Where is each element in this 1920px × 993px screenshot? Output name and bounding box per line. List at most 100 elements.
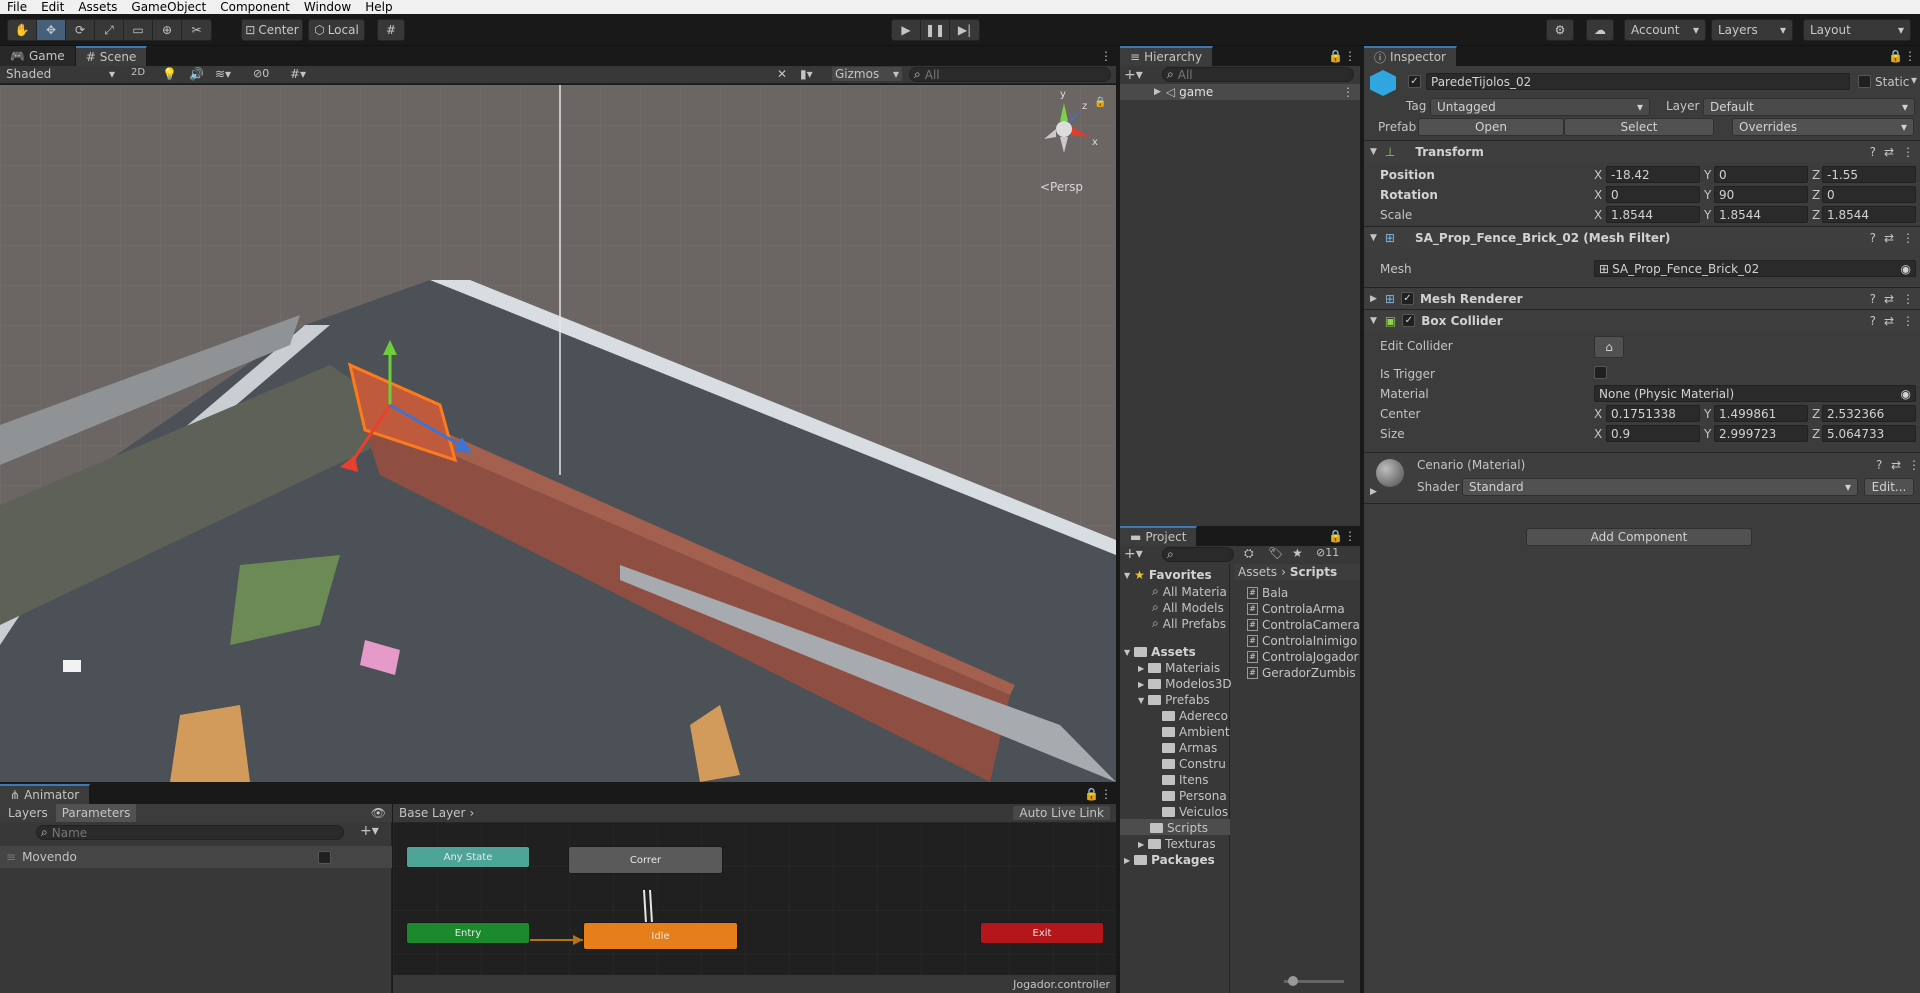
state-any-state[interactable]: Any State bbox=[406, 846, 530, 868]
gameobject-cube-icon[interactable] bbox=[1370, 70, 1396, 96]
tree-prefab-folder[interactable]: Armas bbox=[1162, 741, 1217, 755]
script-item[interactable]: # ControlaInimigo bbox=[1247, 634, 1357, 648]
tree-fav-materials[interactable]: ⌕ All Materia bbox=[1152, 584, 1227, 599]
filter-type-icon[interactable]: ⛭ bbox=[1244, 546, 1254, 561]
lock-icon[interactable]: 🔒 bbox=[1084, 784, 1100, 804]
step-icon[interactable]: ▶| bbox=[950, 20, 979, 40]
tab-game[interactable]: 🎮 Game bbox=[0, 46, 76, 66]
mesh-renderer-enabled-checkbox[interactable]: ✓ bbox=[1400, 292, 1414, 305]
lock-icon[interactable]: 🔒 bbox=[1328, 46, 1344, 66]
component-menu-icon[interactable]: ⋮ bbox=[1902, 314, 1914, 328]
rect-tool-icon[interactable]: ▭ bbox=[124, 20, 153, 40]
presets-icon[interactable]: ⇄ bbox=[1884, 145, 1894, 159]
tree-prefabs[interactable]: ▼ Prefabs bbox=[1138, 693, 1210, 707]
object-picker-icon[interactable]: ◉ bbox=[1901, 387, 1911, 401]
tab-scene[interactable]: # Scene bbox=[75, 46, 148, 66]
component-menu-icon[interactable]: ⋮ bbox=[1902, 231, 1914, 245]
tag-dropdown[interactable]: Untagged ▾ bbox=[1430, 98, 1650, 116]
box-collider-enabled-checkbox[interactable]: ✓ bbox=[1402, 314, 1416, 327]
shader-dropdown[interactable]: Standard ▾ bbox=[1462, 478, 1858, 496]
orientation-gizmo[interactable]: y z x bbox=[1030, 89, 1100, 163]
presets-icon[interactable]: ⇄ bbox=[1884, 231, 1894, 245]
transform-tool-icon[interactable]: ⊕ bbox=[153, 20, 182, 40]
help-icon[interactable]: ? bbox=[1870, 145, 1876, 159]
scale-z-field[interactable]: 1.8544 bbox=[1822, 206, 1916, 223]
edit-collider-button[interactable]: ⌂ bbox=[1594, 336, 1624, 358]
is-trigger-checkbox[interactable] bbox=[1594, 366, 1607, 379]
tree-prefab-folder[interactable]: Persona bbox=[1162, 789, 1227, 803]
lock-icon[interactable]: 🔒 bbox=[1888, 46, 1904, 66]
eye-icon[interactable]: 👁 bbox=[371, 806, 386, 820]
scale-x-field[interactable]: 1.8544 bbox=[1606, 206, 1700, 223]
script-item[interactable]: # GeradorZumbis bbox=[1247, 666, 1356, 680]
rotate-tool-icon[interactable]: ⟳ bbox=[66, 20, 95, 40]
prefab-select-button[interactable]: Select bbox=[1564, 118, 1714, 136]
drag-handle-icon[interactable]: ≡ bbox=[6, 850, 16, 864]
panel-menu-icon[interactable]: ⋮ bbox=[1100, 784, 1116, 804]
tab-inspector[interactable]: ⓘ Inspector bbox=[1364, 46, 1457, 66]
script-item[interactable]: # ControlaArma bbox=[1247, 602, 1345, 616]
filter-label-icon[interactable]: 🏷 bbox=[1268, 546, 1283, 560]
menu-assets[interactable]: Assets bbox=[71, 0, 124, 14]
slider-thumb[interactable] bbox=[1288, 976, 1298, 986]
add-component-button[interactable]: Add Component bbox=[1526, 528, 1752, 546]
audio-icon[interactable]: 🔊 bbox=[189, 67, 204, 81]
perspective-label[interactable]: <Persp bbox=[1040, 180, 1083, 194]
breadcrumb-scripts[interactable]: Scripts bbox=[1290, 565, 1337, 579]
tools-icon[interactable]: ✕ bbox=[777, 67, 787, 81]
transform-header[interactable]: ▼ ⊥ Transform ? ⇄ ⋮ bbox=[1364, 140, 1920, 162]
component-menu-icon[interactable]: ⋮ bbox=[1902, 145, 1914, 159]
hierarchy-search-input[interactable]: ⌕ All bbox=[1162, 67, 1354, 82]
2d-toggle[interactable]: 2D bbox=[126, 67, 150, 83]
hidden-packages-toggle[interactable]: ⊘11 bbox=[1316, 546, 1339, 559]
size-y-field[interactable]: 2.999723 bbox=[1714, 425, 1808, 442]
prefab-open-button[interactable]: Open bbox=[1418, 118, 1564, 136]
state-correr[interactable]: Correr bbox=[568, 846, 723, 874]
layout-dropdown[interactable]: Layout ▾ bbox=[1803, 19, 1911, 41]
position-y-field[interactable]: 0 bbox=[1714, 166, 1808, 183]
state-entry[interactable]: Entry bbox=[406, 922, 530, 944]
rotation-z-field[interactable]: 0 bbox=[1822, 186, 1916, 203]
presets-icon[interactable]: ⇄ bbox=[1884, 292, 1894, 306]
tree-packages[interactable]: ▶ Packages bbox=[1124, 853, 1215, 867]
center-y-field[interactable]: 1.499861 bbox=[1714, 405, 1808, 422]
script-item[interactable]: # Bala bbox=[1247, 586, 1288, 600]
parameter-search-input[interactable]: ⌕ Name bbox=[36, 825, 344, 840]
hand-tool-icon[interactable]: ✋ bbox=[8, 20, 37, 40]
tree-prefab-folder[interactable]: Veiculos bbox=[1162, 805, 1228, 819]
tab-hierarchy[interactable]: ≡ Hierarchy bbox=[1120, 46, 1214, 66]
favorite-star-icon[interactable]: ★ bbox=[1292, 546, 1303, 560]
center-x-field[interactable]: 0.1751338 bbox=[1606, 405, 1700, 422]
project-search-input[interactable]: ⌕ bbox=[1162, 547, 1234, 562]
component-menu-icon[interactable]: ⋮ bbox=[1908, 458, 1920, 472]
tab-project[interactable]: ▬ Project bbox=[1120, 526, 1198, 546]
center-z-field[interactable]: 2.532366 bbox=[1822, 405, 1916, 422]
menu-gameobject[interactable]: GameObject bbox=[124, 0, 213, 14]
menu-component[interactable]: Component bbox=[213, 0, 297, 14]
layers-dropdown[interactable]: Layers ▾ bbox=[1711, 19, 1793, 41]
scene-viewport[interactable]: y z x <Persp 🔒 bbox=[0, 85, 1116, 782]
parameter-row[interactable]: ≡ Movendo bbox=[0, 846, 392, 868]
hidden-objects-toggle[interactable]: ⊘0 bbox=[253, 67, 269, 80]
mesh-renderer-header[interactable]: ▶ ⊞ ✓ Mesh Renderer ? ⇄ ⋮ bbox=[1364, 287, 1920, 309]
scale-y-field[interactable]: 1.8544 bbox=[1714, 206, 1808, 223]
breadcrumb-assets[interactable]: Assets bbox=[1238, 565, 1277, 579]
mesh-filter-header[interactable]: ▼ ⊞ SA_Prop_Fence_Brick_02 (Mesh Filter)… bbox=[1364, 226, 1920, 248]
dropdown-arrow-icon[interactable]: ▾ bbox=[1911, 73, 1917, 87]
lighting-icon[interactable]: 💡 bbox=[162, 67, 177, 81]
panel-menu-icon[interactable]: ⋮ bbox=[1096, 46, 1116, 66]
tree-prefab-folder[interactable]: Constru bbox=[1162, 757, 1226, 771]
tree-prefab-folder[interactable]: Itens bbox=[1162, 773, 1208, 787]
help-icon[interactable]: ? bbox=[1876, 458, 1882, 472]
grid-icon[interactable]: #▾ bbox=[290, 67, 306, 81]
grid-snap-button[interactable]: # bbox=[377, 19, 405, 41]
help-icon[interactable]: ? bbox=[1870, 314, 1876, 328]
hierarchy-item-game[interactable]: ▶ ◁ game ⋮ bbox=[1120, 84, 1360, 100]
scene-search-input[interactable]: ⌕ All bbox=[909, 67, 1111, 82]
presets-icon[interactable]: ⇄ bbox=[1891, 458, 1901, 472]
expand-arrow-icon[interactable]: ▶ bbox=[1370, 487, 1377, 497]
physic-material-field[interactable]: None (Physic Material) ◉ bbox=[1594, 385, 1916, 402]
add-icon[interactable]: +▾ bbox=[1124, 546, 1143, 562]
help-icon[interactable]: ? bbox=[1870, 231, 1876, 245]
shading-dropdown[interactable]: Shaded ▾ bbox=[3, 67, 118, 83]
